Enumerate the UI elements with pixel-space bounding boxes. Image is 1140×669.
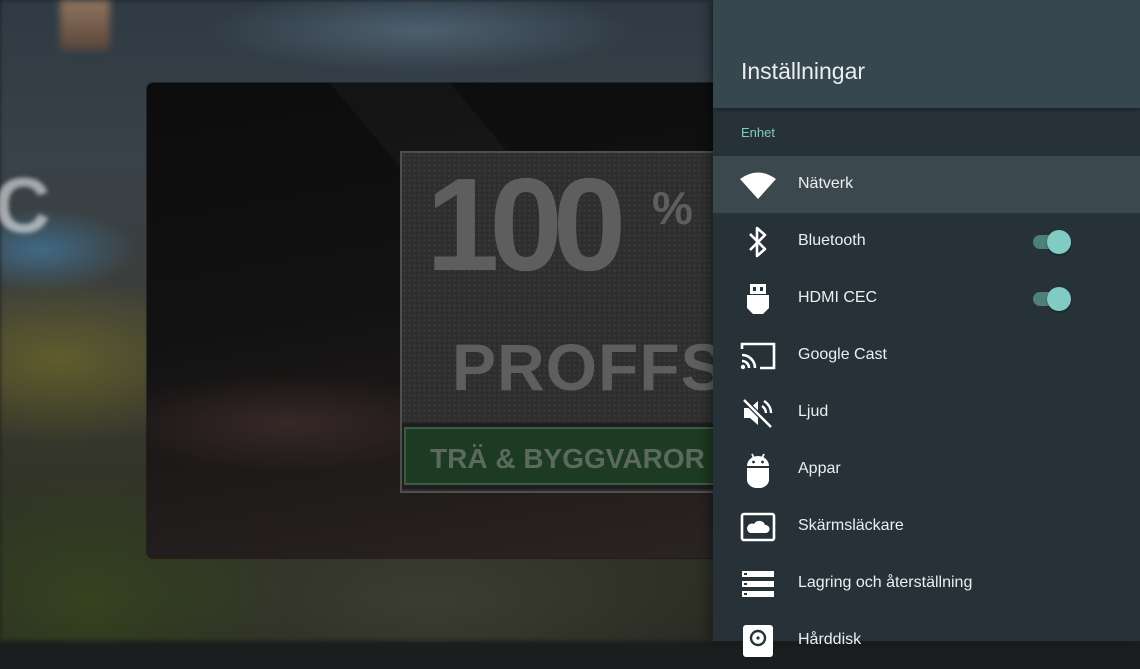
settings-item-google-cast[interactable]: Google Cast bbox=[713, 327, 1140, 384]
toggle-thumb bbox=[1047, 230, 1071, 254]
settings-item-label: Google Cast bbox=[798, 346, 887, 363]
ad-big-number: 100 bbox=[426, 151, 626, 298]
ad-board-bottom: TRÄ & BYGGVAROR bbox=[402, 423, 727, 489]
settings-item-storage-reset[interactable]: Lagring och återställning bbox=[713, 555, 1140, 612]
settings-item-label: HDMI CEC bbox=[798, 289, 878, 306]
screensaver-icon bbox=[739, 508, 777, 546]
settings-panel: Inställningar Enhet Nätverk Bluetooth HD… bbox=[713, 0, 1140, 657]
hard-disk-icon bbox=[739, 622, 777, 660]
cast-icon bbox=[739, 337, 777, 375]
volume-off-icon bbox=[739, 394, 777, 432]
hdmi-cec-toggle[interactable] bbox=[1031, 287, 1071, 311]
storage-icon bbox=[739, 565, 777, 603]
settings-item-label: Bluetooth bbox=[798, 232, 866, 249]
ad-tagline-strip: TRÄ & BYGGVAROR bbox=[404, 427, 727, 485]
toggle-thumb bbox=[1047, 287, 1071, 311]
background-edge-letter: C bbox=[0, 161, 51, 249]
ad-board-top: 100 % PROFFS bbox=[402, 153, 727, 421]
settings-header: Inställningar bbox=[713, 0, 1140, 108]
settings-item-bluetooth[interactable]: Bluetooth bbox=[713, 213, 1140, 270]
advertising-board: 100 % PROFFS TRÄ & BYGGVAROR bbox=[400, 151, 727, 493]
android-icon bbox=[739, 451, 777, 489]
settings-item-label: Appar bbox=[798, 460, 841, 477]
ad-percent-sign: % bbox=[652, 182, 693, 234]
ad-brand-text: PROFFS bbox=[452, 330, 726, 404]
ad-tagline-text: TRÄ & BYGGVAROR bbox=[430, 443, 705, 474]
settings-item-label: Ljud bbox=[798, 403, 829, 420]
wifi-icon bbox=[739, 166, 777, 204]
settings-item-apps[interactable]: Appar bbox=[713, 441, 1140, 498]
settings-item-label: Nätverk bbox=[798, 175, 854, 192]
settings-item-network[interactable]: Nätverk bbox=[713, 156, 1140, 213]
background-tower bbox=[60, 0, 110, 50]
settings-item-label: Hårddisk bbox=[798, 631, 862, 648]
bluetooth-icon bbox=[739, 223, 777, 261]
settings-item-sound[interactable]: Ljud bbox=[713, 384, 1140, 441]
section-label-device: Enhet bbox=[741, 125, 775, 140]
settings-title: Inställningar bbox=[741, 58, 866, 84]
settings-item-screensaver[interactable]: Skärmsläckare bbox=[713, 498, 1140, 555]
hdmi-icon bbox=[739, 280, 777, 318]
settings-item-label: Lagring och återställning bbox=[798, 574, 973, 591]
settings-item-hdmi-cec[interactable]: HDMI CEC bbox=[713, 270, 1140, 327]
settings-item-label: Skärmsläckare bbox=[798, 517, 904, 534]
bluetooth-toggle[interactable] bbox=[1031, 230, 1071, 254]
video-preview-card: 100 % PROFFS TRÄ & BYGGVAROR bbox=[147, 83, 727, 558]
